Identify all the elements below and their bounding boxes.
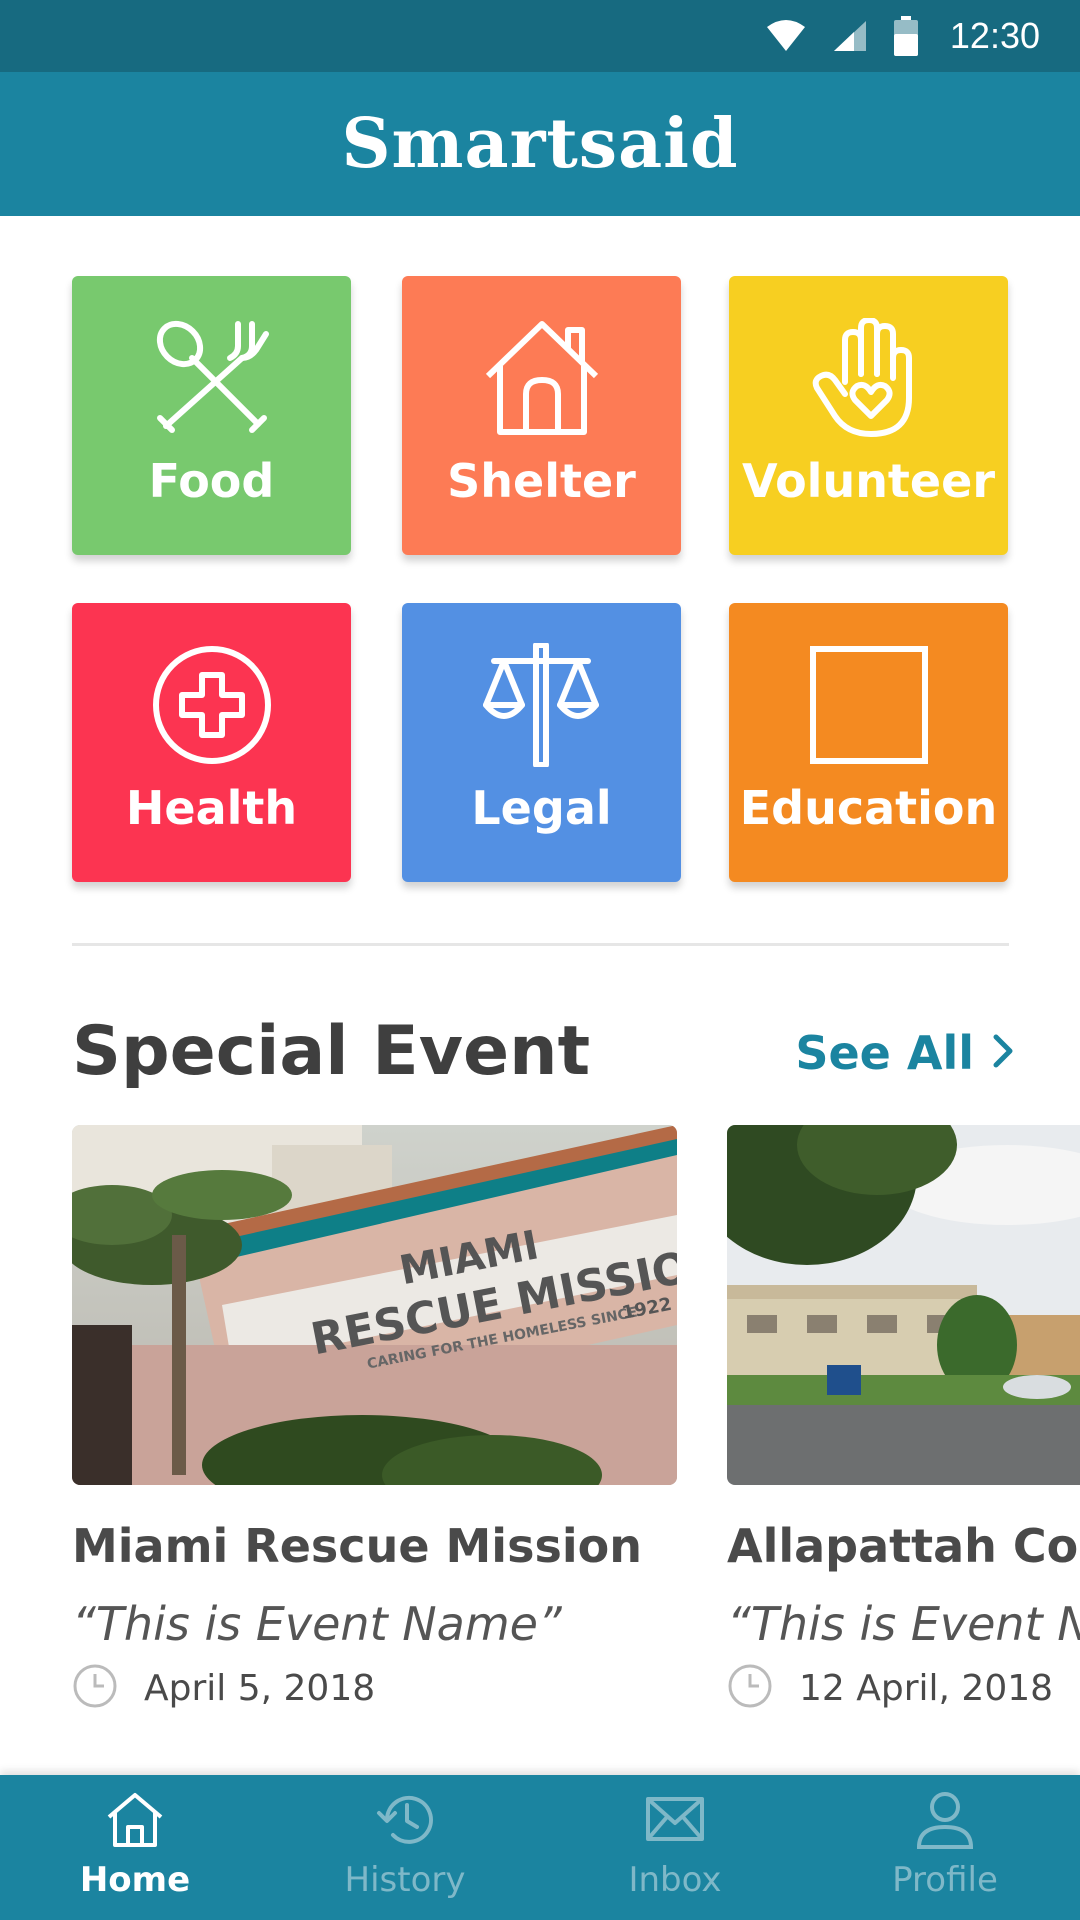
event-card[interactable]: Allapattah Comm “This is Event Nam 12 Ap… [727,1125,1080,1714]
nav-item-profile[interactable]: Profile [810,1775,1080,1920]
event-card[interactable]: MIAMI RESCUE MISSION CARING FOR THE HOME… [72,1125,677,1714]
event-date-row: 12 April, 2018 [727,1663,1080,1714]
see-all-link[interactable]: See All [795,1026,1014,1080]
event-date-row: April 5, 2018 [72,1663,677,1714]
chevron-right-icon [992,1026,1014,1080]
category-tile-shelter[interactable]: Shelter [402,276,681,555]
house-icon [482,318,602,438]
person-icon [915,1789,975,1854]
clock-icon [72,1663,118,1714]
scales-icon [480,643,604,767]
nav-item-history[interactable]: History [270,1775,540,1920]
section-title: Special Event [72,1012,591,1091]
section-divider [72,943,1009,946]
bottom-nav: Home History Inbox Profile [0,1775,1080,1920]
category-label: Legal [471,781,612,835]
category-label: Volunteer [741,454,996,508]
nav-item-inbox[interactable]: Inbox [540,1775,810,1920]
category-tile-health[interactable]: Health [72,603,351,882]
event-subtitle: “This is Event Name” [72,1597,562,1651]
hand-heart-icon [809,318,929,438]
category-label: Health [125,781,298,835]
event-date: April 5, 2018 [144,1668,376,1709]
event-subtitle: “This is Event Nam [727,1597,1080,1651]
event-date: 12 April, 2018 [799,1668,1054,1709]
battery-icon [893,16,918,56]
category-tile-food[interactable]: Food [72,276,351,555]
see-all-label: See All [795,1026,974,1080]
fork-spoon-icon [152,318,272,438]
mail-icon [645,1789,705,1854]
category-label: Education [739,781,998,835]
clock-icon [727,1663,773,1714]
nav-label: Profile [892,1860,998,1900]
nav-label: History [344,1860,466,1900]
status-bar: 12:30 [0,0,1080,72]
category-label: Food [148,454,275,508]
nav-label: Home [79,1860,191,1900]
signal-icon [832,19,868,53]
event-image[interactable]: MIAMI RESCUE MISSION CARING FOR THE HOME… [72,1125,677,1485]
app-screen: 12:30 Smartsaid Food Shelter Volunteer H… [0,0,1080,1920]
square-icon [809,645,929,765]
event-name: Allapattah Comm [727,1519,1080,1573]
home-icon [105,1789,165,1854]
status-time: 12:30 [949,15,1040,56]
app-title: Smartsaid [341,104,739,184]
history-icon [375,1789,435,1854]
category-tile-legal[interactable]: Legal [402,603,681,882]
category-tile-education[interactable]: Education [729,603,1008,882]
category-tile-volunteer[interactable]: Volunteer [729,276,1008,555]
nav-item-home[interactable]: Home [0,1775,270,1920]
medical-cross-icon [152,645,272,765]
wifi-icon [766,19,806,53]
event-image[interactable] [727,1125,1080,1485]
event-name: Miami Rescue Mission [72,1519,642,1573]
category-label: Shelter [447,454,636,508]
nav-label: Inbox [628,1860,722,1900]
app-bar: Smartsaid [0,72,1080,216]
